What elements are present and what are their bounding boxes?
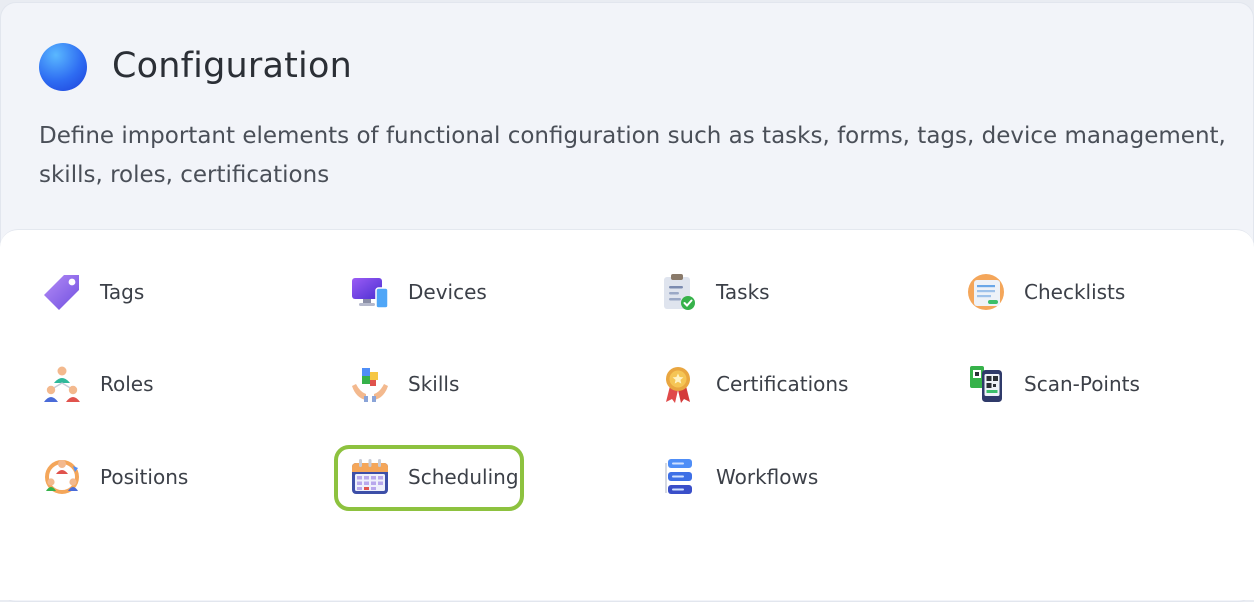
config-item-label: Devices bbox=[408, 280, 487, 304]
config-item-label: Positions bbox=[100, 465, 189, 489]
config-item-roles[interactable]: Roles bbox=[42, 362, 154, 406]
config-item-label: Roles bbox=[100, 372, 154, 396]
config-item-label: Tasks bbox=[716, 280, 770, 304]
qr-phone-icon bbox=[970, 366, 1002, 402]
config-item-label: Skills bbox=[408, 372, 460, 396]
devices-icon bbox=[352, 278, 389, 309]
people-cycle-icon bbox=[45, 460, 79, 494]
tag-icon bbox=[44, 275, 79, 310]
config-item-label: Workflows bbox=[716, 465, 819, 489]
config-item-tags[interactable]: Tags bbox=[42, 270, 144, 314]
config-item-positions[interactable]: Positions bbox=[42, 455, 188, 499]
config-item-scan-points[interactable]: Scan-Points bbox=[966, 362, 1140, 406]
config-item-devices[interactable]: Devices bbox=[350, 270, 487, 314]
config-item-label: Tags bbox=[100, 280, 145, 304]
config-item-certifications[interactable]: Certifications bbox=[658, 362, 848, 406]
config-item-tasks[interactable]: Tasks bbox=[658, 270, 770, 314]
config-item-skills[interactable]: Skills bbox=[350, 362, 459, 406]
team-roles-icon bbox=[44, 366, 80, 402]
checklist-icon bbox=[968, 274, 1004, 310]
config-item-workflows[interactable]: Workflows bbox=[658, 455, 818, 499]
page-description: Define important elements of functional … bbox=[39, 123, 1226, 188]
config-item-checklists[interactable]: Checklists bbox=[966, 270, 1125, 314]
configuration-globe-icon bbox=[39, 43, 87, 91]
config-item-label: Checklists bbox=[1024, 280, 1126, 304]
award-medal-icon bbox=[666, 367, 690, 403]
clipboard-check-icon bbox=[664, 274, 695, 310]
page-title: Configuration bbox=[112, 46, 352, 86]
config-item-label: Certifications bbox=[716, 372, 849, 396]
config-item-label: Scan-Points bbox=[1024, 372, 1140, 396]
workflow-blocks-icon bbox=[665, 459, 692, 494]
selected-item-highlight bbox=[334, 445, 524, 511]
puzzle-hands-icon bbox=[352, 368, 388, 402]
